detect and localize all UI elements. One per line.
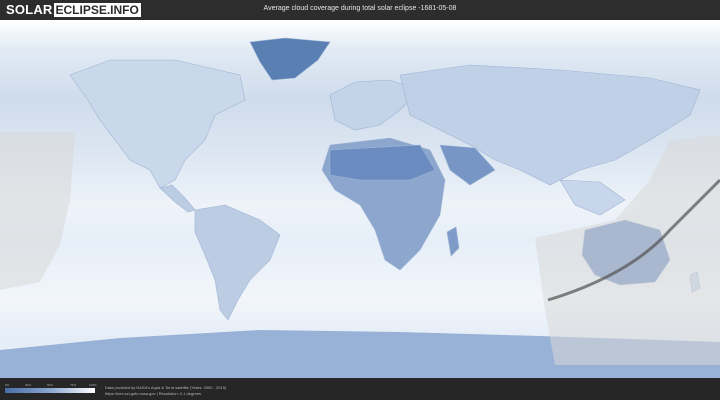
data-credits: Data provided by NASA's Aqua & Terra sat…: [105, 385, 226, 397]
site-logo[interactable]: SOLAR ECLIPSE.INFO: [6, 2, 141, 17]
footer-bar: 0% 25% 50% 75% 100% Data provided by NAS…: [0, 378, 720, 400]
cloud-coverage-map: [0, 20, 720, 378]
page-title: Average cloud coverage during total sola…: [263, 5, 457, 12]
sahara-region: [329, 144, 436, 181]
logo-solar-text: SOLAR: [6, 2, 53, 17]
legend-tick-25: 25%: [25, 383, 32, 387]
legend-tick-75: 75%: [70, 383, 77, 387]
legend-tick-0: 0%: [5, 383, 10, 387]
logo-eclipse-info-text: ECLIPSE.INFO: [53, 2, 141, 17]
credit-line-2: https://neo.sci.gsfc.nasa.gov | Resoluti…: [105, 391, 201, 396]
header-bar: SOLAR ECLIPSE.INFO Average cloud coverag…: [0, 0, 720, 20]
legend-tick-50: 50%: [47, 383, 54, 387]
legend-tick-100: 100%: [89, 383, 97, 387]
cloud-legend-colorbar: [5, 388, 95, 393]
